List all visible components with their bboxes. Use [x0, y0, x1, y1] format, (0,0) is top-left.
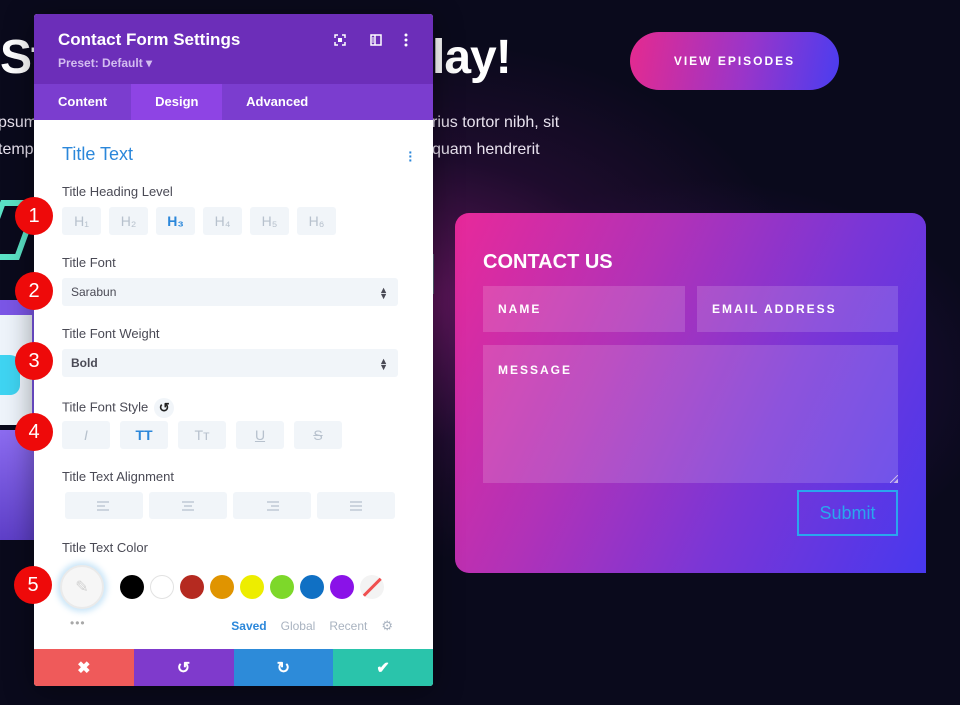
no-color-icon[interactable] [360, 575, 384, 599]
textarea-resize-handle[interactable] [890, 475, 898, 483]
alignment-options [65, 492, 395, 519]
tab-advanced[interactable]: Advanced [222, 84, 332, 120]
save-button[interactable]: ✔ [333, 649, 433, 686]
strikethrough-button[interactable]: S [294, 421, 342, 449]
contact-title: CONTACT US [483, 251, 613, 273]
palette-tabs: Saved Global Recent ⚙ [231, 618, 393, 634]
align-center-icon [182, 500, 194, 511]
font-label: Title Font [62, 255, 116, 270]
swatch-black[interactable] [120, 575, 144, 599]
redo-button[interactable]: ↻ [233, 649, 334, 686]
message-textarea[interactable]: MESSAGE [483, 345, 898, 483]
step-badge-5: 5 [14, 566, 52, 604]
swatch-red[interactable] [180, 575, 204, 599]
preset-dropdown[interactable]: Preset: Default ▾ [58, 56, 152, 70]
heading-h4-button[interactable]: H₄ [203, 207, 242, 235]
step-badge-3: 3 [15, 342, 53, 380]
hero-text-left-1: psum [0, 114, 38, 131]
capitalize-button[interactable]: Tт [178, 421, 226, 449]
font-weight-select[interactable]: Bold ▲ ▼ [62, 349, 398, 377]
align-center-button[interactable] [149, 492, 227, 519]
select-arrows-icon: ▲ ▼ [379, 356, 388, 372]
settings-panel: Contact Form Settings Preset: Default ▾ … [34, 14, 433, 686]
swatch-blue[interactable] [300, 575, 324, 599]
panel-body: Title Text · · · Title Heading Level H₁ H₂… [34, 120, 433, 649]
heading-h5-button[interactable]: H₅ [250, 207, 289, 235]
swatch-yellow[interactable] [240, 575, 264, 599]
font-weight-label: Title Font Weight [62, 326, 160, 341]
palette-tab-recent[interactable]: Recent [329, 619, 367, 633]
view-episodes-button[interactable]: VIEW EPISODES [630, 32, 839, 90]
tab-content[interactable]: Content [34, 84, 131, 120]
font-style-label: Title Font Style ↺ [62, 398, 175, 418]
panel-footer: ✖ ↺ ↻ ✔ [34, 649, 433, 686]
align-right-icon [267, 500, 279, 511]
underline-button[interactable]: U [236, 421, 284, 449]
heading-h2-button[interactable]: H₂ [109, 207, 148, 235]
heading-h6-button[interactable]: H₆ [297, 207, 336, 235]
font-style-label-text: Title Font Style [62, 399, 149, 415]
align-justify-button[interactable] [317, 492, 395, 519]
select-arrows-icon: ▲ ▼ [379, 285, 388, 301]
sidebar-toggle-icon[interactable] [368, 32, 384, 48]
font-style-options: I TT Tт U S [62, 421, 342, 449]
font-weight-select-value: Bold [71, 356, 98, 370]
section-menu-icon[interactable]: · · · [408, 145, 413, 167]
hero-text-left-2: temp [0, 141, 34, 158]
align-left-icon [97, 500, 109, 511]
section-title[interactable]: Title Text [62, 144, 133, 165]
text-color-label: Title Text Color [62, 540, 148, 555]
swatch-orange[interactable] [210, 575, 234, 599]
submit-button[interactable]: Submit [797, 490, 898, 536]
undo-button[interactable]: ↺ [133, 649, 234, 686]
step-badge-1: 1 [15, 197, 53, 235]
hero-text-right-1: rius tortor nibh, sit [432, 114, 560, 131]
expand-icon[interactable] [332, 32, 348, 48]
font-select[interactable]: Sarabun ▲ ▼ [62, 278, 398, 306]
hero-text-right-2: quam hendrerit [432, 141, 540, 158]
swatch-green[interactable] [270, 575, 294, 599]
reset-icon[interactable]: ↺ [154, 398, 175, 418]
heading-level-options: H₁ H₂ H₃ H₄ H₅ H₆ [62, 207, 336, 235]
align-left-button[interactable] [65, 492, 143, 519]
swatch-purple[interactable] [330, 575, 354, 599]
more-vertical-icon[interactable] [398, 32, 414, 48]
name-input[interactable]: NAME [483, 286, 685, 332]
step-badge-2: 2 [15, 272, 53, 310]
italic-button[interactable]: I [62, 421, 110, 449]
uppercase-button[interactable]: TT [120, 421, 168, 449]
palette-tab-saved[interactable]: Saved [231, 619, 266, 633]
align-justify-icon [350, 500, 362, 511]
eyedropper-icon[interactable]: ✎ [60, 565, 104, 609]
palette-tab-global[interactable]: Global [281, 619, 316, 633]
panel-title: Contact Form Settings [58, 30, 241, 49]
cancel-button[interactable]: ✖ [34, 649, 134, 686]
heading-h1-button[interactable]: H₁ [62, 207, 101, 235]
more-colors-button[interactable]: ••• [70, 616, 86, 630]
color-swatches: ✎ [60, 565, 384, 609]
alignment-label: Title Text Alignment [62, 469, 174, 484]
gear-icon[interactable]: ⚙ [381, 618, 393, 634]
panel-tabs: Content Design Advanced [34, 84, 433, 120]
panel-header[interactable]: Contact Form Settings Preset: Default ▾ [34, 14, 433, 84]
align-right-button[interactable] [233, 492, 311, 519]
tab-design[interactable]: Design [131, 84, 223, 120]
font-select-value: Sarabun [71, 285, 117, 299]
swatch-white[interactable] [150, 575, 174, 599]
heading-level-label: Title Heading Level [62, 184, 173, 199]
hero-title-right: lay! [432, 31, 512, 84]
step-badge-4: 4 [15, 413, 53, 451]
email-input[interactable]: EMAIL ADDRESS [697, 286, 898, 332]
heading-h3-button[interactable]: H₃ [156, 207, 195, 235]
contact-form-card: CONTACT US NAME EMAIL ADDRESS MESSAGE Su… [455, 213, 926, 573]
